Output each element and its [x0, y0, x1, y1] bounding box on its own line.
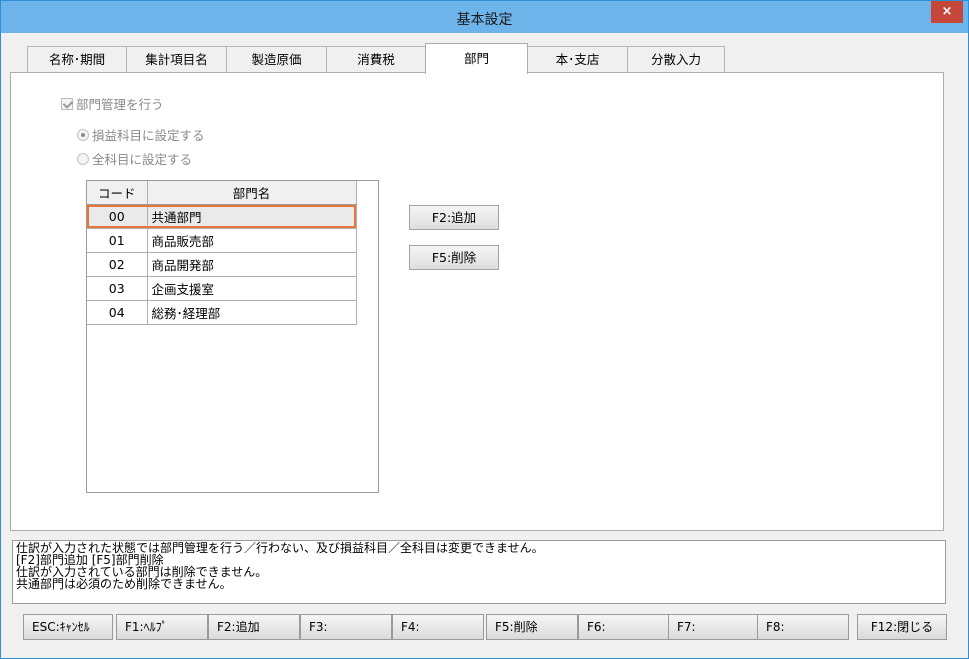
table-row[interactable]: 04 総務･経理部 [87, 300, 357, 325]
radio-selected-icon [77, 129, 89, 141]
tab-manufacturing-cost[interactable]: 製造原価 [226, 46, 327, 73]
dept-manage-checkbox[interactable]: 部門管理を行う [61, 94, 164, 113]
title-bar[interactable]: 基本設定 × [1, 1, 968, 33]
cell-name[interactable]: 商品販売部 [147, 228, 357, 253]
cell-code[interactable]: 04 [87, 300, 148, 325]
f12-close-button[interactable]: F12:閉じる [857, 614, 947, 640]
department-panel: 部門管理を行う 損益科目に設定する 全科目に設定する コード 部門名 00 共通… [10, 72, 944, 531]
help-message-box: 仕訳が入力された状態では部門管理を行う／行わない、及び損益科目／全科目は変更でき… [12, 540, 946, 604]
table-row[interactable]: 03 企画支援室 [87, 276, 357, 301]
close-button[interactable]: × [931, 1, 963, 23]
cell-name[interactable]: 共通部門 [147, 204, 357, 229]
cell-name[interactable]: 商品開発部 [147, 252, 357, 277]
esc-cancel-button[interactable]: ESC:ｷｬﾝｾﾙ [23, 614, 113, 640]
f3-button[interactable]: F3: [300, 614, 392, 640]
radio-profit-label: 損益科目に設定する [92, 128, 205, 143]
table-row[interactable]: 00 共通部門 [87, 204, 357, 229]
column-header-name[interactable]: 部門名 [147, 181, 357, 205]
grid-header-row: コード 部門名 [87, 181, 357, 205]
table-row[interactable]: 02 商品開発部 [87, 252, 357, 277]
cell-code[interactable]: 02 [87, 252, 148, 277]
cell-code[interactable]: 01 [87, 228, 148, 253]
f1-help-button[interactable]: F1:ﾍﾙﾌﾟ [116, 614, 208, 640]
tab-distributed-input[interactable]: 分散入力 [627, 46, 725, 73]
f5-delete-button[interactable]: F5:削除 [486, 614, 578, 640]
delete-department-button[interactable]: F5:削除 [409, 245, 499, 270]
settings-window: 基本設定 × 名称･期間 集計項目名 製造原価 消費税 部門 本･支店 分散入力… [0, 0, 969, 659]
tab-summary-items[interactable]: 集計項目名 [126, 46, 227, 73]
tab-consumption-tax[interactable]: 消費税 [326, 46, 426, 73]
tab-branch[interactable]: 本･支店 [527, 46, 628, 73]
radio-all-label: 全科目に設定する [92, 152, 193, 167]
checkbox-check-icon [61, 98, 73, 110]
tab-name-period[interactable]: 名称･期間 [27, 46, 127, 73]
f4-button[interactable]: F4: [392, 614, 484, 640]
radio-all-accounts[interactable]: 全科目に設定する [77, 149, 192, 168]
window-title: 基本設定 [456, 12, 513, 28]
f2-add-button[interactable]: F2:追加 [208, 614, 300, 640]
f6-button[interactable]: F6: [578, 614, 670, 640]
radio-profit-accounts[interactable]: 損益科目に設定する [77, 125, 205, 144]
department-grid[interactable]: コード 部門名 00 共通部門 01 商品販売部 02 商品開発部 03 企画支… [86, 180, 379, 493]
f7-button[interactable]: F7: [668, 614, 760, 640]
table-row[interactable]: 01 商品販売部 [87, 228, 357, 253]
cell-name[interactable]: 総務･経理部 [147, 300, 357, 325]
dept-manage-label: 部門管理を行う [76, 97, 164, 112]
radio-empty-icon [77, 153, 89, 165]
close-icon: × [941, 4, 953, 19]
message-line: 共通部門は必須のため削除できません。 [16, 577, 232, 591]
cell-code[interactable]: 03 [87, 276, 148, 301]
f8-button[interactable]: F8: [757, 614, 849, 640]
tab-department[interactable]: 部門 [425, 43, 528, 74]
add-department-button[interactable]: F2:追加 [409, 205, 499, 230]
column-header-code[interactable]: コード [87, 181, 148, 205]
cell-code[interactable]: 00 [87, 204, 148, 229]
cell-name[interactable]: 企画支援室 [147, 276, 357, 301]
